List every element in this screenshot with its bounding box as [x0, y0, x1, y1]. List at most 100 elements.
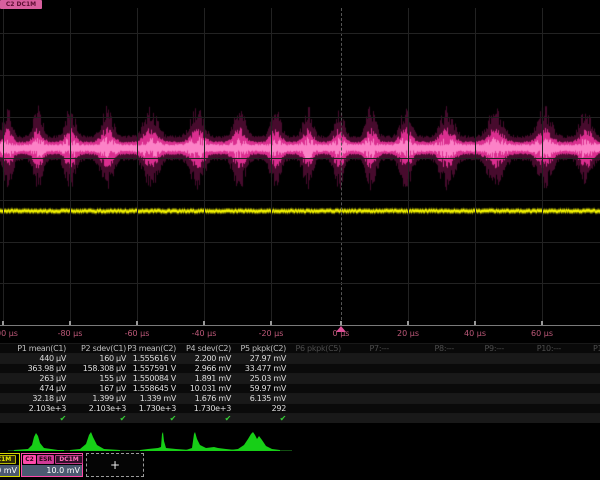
- add-trace-button[interactable]: +: [86, 453, 144, 477]
- c1-descriptor-box[interactable]: C1 DC1M 50.0 mV: [0, 453, 20, 477]
- c2-coupling-badge: DC1M: [55, 455, 83, 464]
- horizontal-gridline: [0, 242, 600, 243]
- measurement-empty: [455, 363, 505, 373]
- c2-esr-badge: ESR: [37, 455, 54, 464]
- vertical-gridline: [3, 8, 4, 325]
- measurement-empty: [505, 403, 562, 413]
- p2-histicon[interactable]: [70, 430, 120, 451]
- param-header-p7[interactable]: P7:---: [342, 343, 390, 353]
- measurement-empty: [390, 403, 455, 413]
- vertical-gridline: [70, 8, 71, 325]
- measurement-empty: [287, 383, 342, 393]
- time-axis-label: -20 µs: [259, 329, 284, 338]
- measurement-value: 1.399 µV: [67, 393, 127, 403]
- param-header-p5[interactable]: P5 pkpk(C2): [232, 343, 287, 353]
- time-axis-label: 40 µs: [464, 329, 486, 338]
- status-checkmark: ✔: [127, 413, 177, 423]
- measurement-value: 1.891 mV: [177, 373, 232, 383]
- measurement-value: 1.558645 V: [127, 383, 177, 393]
- p5-histicon[interactable]: [230, 430, 280, 451]
- measurement-empty: [287, 363, 342, 373]
- measure-table: P1 mean(C1)P2 sdev(C1)P3 mean(C2)P4 sdev…: [0, 343, 600, 423]
- param-header-p11[interactable]: P11:---: [562, 343, 600, 353]
- measurement-value: 59.97 mV: [232, 383, 287, 393]
- param-header-p10[interactable]: P10:---: [505, 343, 562, 353]
- measurement-empty: [342, 383, 390, 393]
- measurement-value: 1.730e+3: [177, 403, 232, 413]
- top-left-trace-badge: C2 DC1M: [0, 0, 42, 9]
- histicon-row: [0, 429, 600, 452]
- measurement-empty: [287, 403, 342, 413]
- measurement-value: 292: [232, 403, 287, 413]
- p4-histicon[interactable]: [186, 430, 236, 451]
- c1-vertical-scale: 50.0 mV: [0, 465, 19, 476]
- measurement-value: 2.103e+3: [0, 403, 67, 413]
- measurement-empty: [455, 373, 505, 383]
- status-empty: [342, 413, 390, 423]
- waveform-grid: -100 µs-80 µs-60 µs-40 µs-20 µs0 µs20 µs…: [0, 0, 600, 345]
- param-header-p3[interactable]: P3 mean(C2): [127, 343, 177, 353]
- measurement-value: 1.557591 V: [127, 363, 177, 373]
- param-header-p2[interactable]: P2 sdev(C1): [67, 343, 127, 353]
- measurement-value: 32.18 µV: [0, 393, 67, 403]
- measurement-value: 2.200 mV: [177, 353, 232, 363]
- time-axis-label: 60 µs: [531, 329, 553, 338]
- vertical-gridline: [137, 8, 138, 325]
- horizontal-gridline: [0, 75, 600, 76]
- vertical-gridline: [341, 8, 343, 325]
- measurement-value: 1.730e+3: [127, 403, 177, 413]
- time-axis-label: -40 µs: [192, 329, 217, 338]
- time-axis-label: -60 µs: [125, 329, 150, 338]
- measurement-empty: [342, 363, 390, 373]
- measurement-empty: [455, 383, 505, 393]
- measurement-value: 155 µV: [67, 373, 127, 383]
- measurement-empty: [455, 393, 505, 403]
- time-axis-label: -100 µs: [0, 329, 18, 338]
- param-header-p1[interactable]: P1 mean(C1): [0, 343, 67, 353]
- measurement-value: 160 µV: [67, 353, 127, 363]
- status-empty: [287, 413, 342, 423]
- measurement-value: 263 µV: [0, 373, 67, 383]
- measurement-value: 1.550084 V: [127, 373, 177, 383]
- status-empty: [455, 413, 505, 423]
- measurement-empty: [390, 393, 455, 403]
- measurement-value: 10.031 mV: [177, 383, 232, 393]
- measurement-value: 27.97 mV: [232, 353, 287, 363]
- measurement-empty: [505, 353, 562, 363]
- measurement-value: 33.477 mV: [232, 363, 287, 373]
- measurement-empty: [390, 373, 455, 383]
- c2-channel-badge: C2: [23, 455, 36, 464]
- waveform-canvas: [0, 0, 600, 345]
- param-header-p8[interactable]: P8:---: [390, 343, 455, 353]
- p1-histicon[interactable]: [14, 430, 64, 451]
- vertical-gridline: [408, 8, 409, 325]
- vertical-gridline: [542, 8, 543, 325]
- oscilloscope-screen: -100 µs-80 µs-60 µs-40 µs-20 µs0 µs20 µs…: [0, 0, 600, 480]
- vertical-gridline: [475, 8, 476, 325]
- status-checkmark: ✔: [67, 413, 127, 423]
- measurement-empty: [390, 363, 455, 373]
- measurement-value: 474 µV: [0, 383, 67, 393]
- param-header-p4[interactable]: P4 sdev(C2): [177, 343, 232, 353]
- measurement-empty: [562, 353, 600, 363]
- measurement-empty: [287, 373, 342, 383]
- measurement-empty: [505, 393, 562, 403]
- descriptor-bar: C1 DC1M 50.0 mV C2 ESR DC1M 10.0 mV + HD…: [0, 452, 600, 480]
- vertical-gridline: [204, 8, 205, 325]
- measurement-value: 1.555616 V: [127, 353, 177, 363]
- measurement-empty: [342, 353, 390, 363]
- status-empty: [562, 413, 600, 423]
- horizontal-gridline: [0, 283, 600, 284]
- p3-histicon[interactable]: [140, 430, 190, 451]
- status-checkmark: ✔: [0, 413, 67, 423]
- measurement-value: 6.135 mV: [232, 393, 287, 403]
- c2-descriptor-box[interactable]: C2 ESR DC1M 10.0 mV: [21, 453, 83, 477]
- measurement-empty: [390, 383, 455, 393]
- status-empty: [505, 413, 562, 423]
- measurement-value: 25.03 mV: [232, 373, 287, 383]
- param-header-p9[interactable]: P9:---: [455, 343, 505, 353]
- param-header-p6[interactable]: P6 pkpk(C5): [287, 343, 342, 353]
- status-empty: [390, 413, 455, 423]
- measurement-empty: [342, 403, 390, 413]
- status-checkmark: ✔: [232, 413, 287, 423]
